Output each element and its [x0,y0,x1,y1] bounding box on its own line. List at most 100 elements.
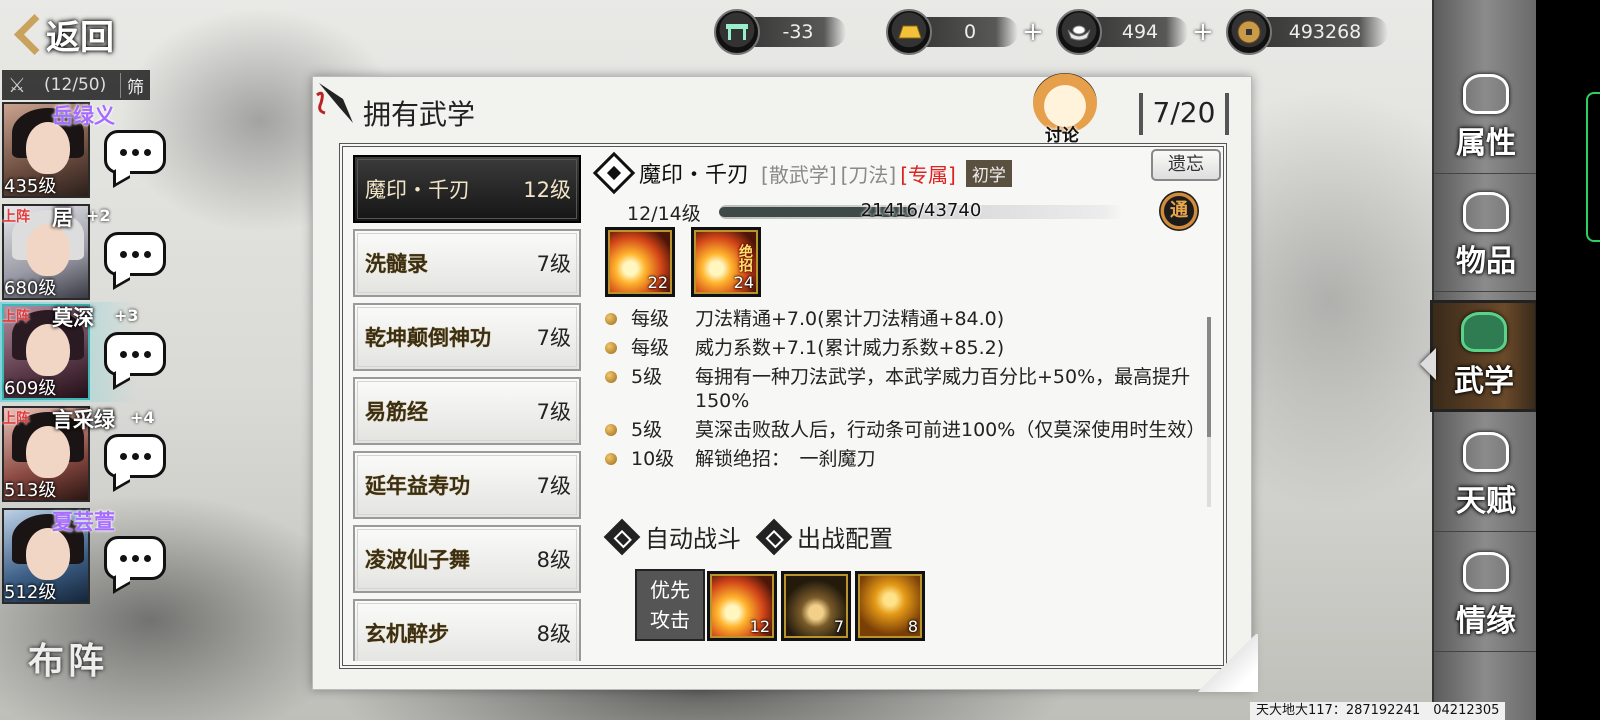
team-member-selected[interactable]: 上阵 莫深 +3 609级 [0,302,170,402]
nav-affinity[interactable]: 情缘 [1434,540,1538,652]
skill-name: 玄机醉步 [365,622,449,646]
skill-list-item[interactable]: 乾坤颠倒神功 7级 [353,303,581,371]
team-header: ⚔ (12/50) 筛 [2,70,150,100]
member-level: 513级 [4,480,57,501]
skill-level: 8级 [536,622,571,646]
member-name: 居 [52,206,73,230]
move-level: 22 [647,273,668,292]
skill-weapon-tag: [刀法] [840,162,897,187]
effects-scroll-thumb[interactable] [1207,317,1211,437]
martial-arts-panel: 拥有武学 讨论 7/20 魔印・千刃 12级 洗髓录 7级 乾坤颠倒神功 7级 … [312,73,1252,690]
chat-bubble-icon[interactable] [104,434,166,478]
skill-level: 7级 [536,400,571,424]
effect-text: 解锁绝招： 一刹魔刀 [695,448,876,470]
effect-level: 5级 [631,419,663,441]
ultimate-move-icon[interactable]: 绝招 24 [691,227,761,297]
move-level: 24 [733,273,754,292]
skill-name: 洗髓录 [365,252,428,276]
skill-effects-list[interactable]: 每级 刀法精通+7.0(累计刀法精通+84.0) 每级 威力系数+7.1(累计威… [605,307,1197,497]
formation-button[interactable]: 布阵 [0,628,160,698]
team-member[interactable]: 岳绿义 435级 [0,100,170,200]
skill-list-item[interactable]: 延年益寿功 7级 [353,451,581,519]
battle-settings-bar: 自动战斗 出战配置 [603,518,893,555]
chat-bubble-icon[interactable] [104,536,166,580]
skill-list-item[interactable]: 玄机醉步 8级 [353,599,581,661]
member-plus: +4 [130,408,155,427]
effect-level: 10级 [631,448,675,470]
deployed-tag: 上阵 [2,309,30,325]
talent-icon [1463,431,1509,472]
member-name: 岳绿义 [52,104,115,128]
forget-button[interactable]: 遗忘 [1151,149,1221,181]
skill-detail: 魔印・千刃 [散武学] [刀法] [专属] 初学 遗忘 12/14级 21416… [592,147,1221,665]
nav-label: 属性 [1456,125,1516,161]
skill-list-item[interactable]: 洗髓录 7级 [353,229,581,297]
effect-text: 每拥有一种刀法武学，本武学威力百分比+50%，最高提升150% [695,366,1191,412]
effect-text: 威力系数+7.1(累计威力系数+85.2) [695,337,1005,359]
team-member[interactable]: 夏芸萱 512级 [0,506,170,606]
silver-ingot-icon [1056,9,1102,55]
nav-talent[interactable]: 天赋 [1434,420,1538,532]
team-member[interactable]: 上阵 居 +2 680级 [0,202,170,302]
effect-text: 莫深击败敌人后，行动条可前进100%（仅莫深使用时生效） [695,419,1197,441]
back-button[interactable]: 返回 [12,6,142,62]
add-gold-button[interactable]: + [1022,17,1044,47]
skill-name: 魔印・千刃 [365,178,470,202]
discuss-button[interactable]: 讨论 [1029,71,1105,147]
chat-bubble-icon[interactable] [104,332,166,376]
battle-meditate-skill-icon[interactable]: 7 [781,571,851,641]
effect-row: 每级 刀法精通+7.0(累计刀法精通+84.0) [605,307,1197,331]
mastery-tong-icon[interactable]: 通 [1159,191,1199,231]
nav-martial-arts[interactable]: 武学 [1430,300,1538,412]
chat-bubble-icon[interactable] [104,232,166,276]
skill-type-diamond-icon [592,151,636,195]
effect-row: 10级 解锁绝招： 一刹魔刀 [605,447,1197,471]
heart-icon [1463,551,1509,592]
effects-scrollbar[interactable] [1207,317,1211,507]
priority-attack-button[interactable]: 优先 攻击 [635,569,705,641]
auto-battle-button[interactable]: 自动战斗 [645,519,741,554]
skill-list-item[interactable]: 魔印・千刃 12级 [353,155,581,223]
ultimate-label: 绝招 [737,244,753,272]
member-plus: +3 [114,306,139,325]
skill-level: 7级 [536,326,571,350]
skill-name: 延年益寿功 [365,474,470,498]
bullet-icon [605,313,617,325]
nav-label: 情缘 [1456,603,1516,639]
battle-skill-level: 12 [749,617,770,636]
add-silver-button[interactable]: + [1192,17,1214,47]
skill-list-item[interactable]: 凌波仙子舞 8级 [353,525,581,593]
currency-gold: 0 + [886,9,1044,55]
nav-label: 武学 [1454,364,1514,399]
effect-row: 5级 每拥有一种刀法武学，本武学威力百分比+50%，最高提升150% [605,365,1197,413]
move-slash-icon[interactable]: 22 [605,227,675,297]
priority-label-line2: 攻击 [650,608,690,632]
team-member[interactable]: 上阵 言采绿 +4 513级 [0,404,170,504]
skill-name: 凌波仙子舞 [365,548,470,572]
back-label: 返回 [46,17,114,58]
nav-items[interactable]: 物品 [1434,180,1538,292]
battle-leap-skill-icon[interactable]: 8 [855,571,925,641]
battle-config-button[interactable]: 出战配置 [797,519,893,554]
member-level: 609级 [4,378,57,399]
battle-skill-level: 7 [833,617,844,636]
member-name: 莫深 [52,306,94,330]
nav-attributes[interactable]: 属性 [1434,62,1538,174]
effect-row: 5级 莫深击败敌人后，行动条可前进100%（仅莫深使用时生效） [605,418,1197,442]
martial-book-icon [1461,312,1507,352]
panel-title: 拥有武学 [363,98,476,131]
skill-stage-badge: 初学 [965,159,1012,187]
filter-button[interactable]: 筛 [120,72,150,98]
chat-bubble-icon[interactable] [104,130,166,174]
skill-level: 12级 [523,178,571,202]
bullet-icon [605,342,617,354]
battle-slash-skill-icon[interactable]: 12 [707,571,777,641]
skill-count: 7/20 [1139,93,1229,135]
side-handle[interactable] [1586,92,1600,242]
member-level: 680级 [4,278,57,299]
deployed-tag: 上阵 [2,411,30,427]
currency-coin: 493268 [1226,9,1388,55]
skill-list[interactable]: 魔印・千刃 12级 洗髓录 7级 乾坤颠倒神功 7级 易筋经 7级 延年益寿功 … [353,155,583,661]
skill-list-item[interactable]: 易筋经 7级 [353,377,581,445]
currency-bench: -33 [714,9,846,55]
